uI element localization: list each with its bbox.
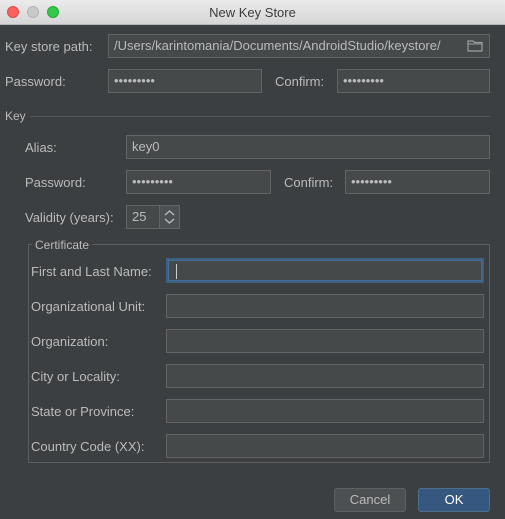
alias-label: Alias: bbox=[25, 140, 57, 155]
cancel-button[interactable]: Cancel bbox=[334, 488, 406, 512]
country-code-label: Country Code (XX): bbox=[31, 439, 145, 454]
keystore-path-field[interactable]: /Users/karintomania/Documents/AndroidStu… bbox=[108, 34, 490, 58]
first-last-name-label: First and Last Name: bbox=[31, 264, 152, 279]
validity-field[interactable]: 25 bbox=[126, 205, 160, 229]
folder-icon[interactable] bbox=[465, 36, 485, 54]
org-unit-label: Organizational Unit: bbox=[31, 299, 146, 314]
first-last-name-field[interactable] bbox=[166, 258, 484, 283]
ok-button[interactable]: OK bbox=[418, 488, 490, 512]
key-confirm-label: Confirm: bbox=[284, 175, 334, 190]
keystore-password-value: ••••••••• bbox=[114, 73, 155, 88]
keystore-path-label: Key store path: bbox=[5, 39, 93, 54]
organization-field[interactable] bbox=[166, 329, 484, 353]
validity-stepper[interactable] bbox=[160, 205, 180, 229]
stepper-arrows-icon bbox=[164, 210, 175, 224]
keystore-confirm-field[interactable]: ••••••••• bbox=[337, 69, 490, 93]
state-label: State or Province: bbox=[31, 404, 135, 419]
certificate-section-label: Certificate bbox=[32, 238, 93, 252]
key-section-label: Key bbox=[5, 109, 26, 123]
city-field[interactable] bbox=[166, 364, 484, 388]
key-password-label: Password: bbox=[25, 175, 86, 190]
org-unit-field[interactable] bbox=[166, 294, 484, 318]
window-title: New Key Store bbox=[209, 5, 296, 20]
validity-value: 25 bbox=[132, 209, 147, 224]
keystore-confirm-label: Confirm: bbox=[275, 74, 325, 89]
key-confirm-value: ••••••••• bbox=[351, 174, 392, 189]
organization-label: Organization: bbox=[31, 334, 109, 349]
state-field[interactable] bbox=[166, 399, 484, 423]
keystore-password-label: Password: bbox=[5, 74, 66, 89]
key-section-divider bbox=[30, 116, 490, 117]
keystore-confirm-value: ••••••••• bbox=[343, 73, 384, 88]
title-bar: New Key Store bbox=[0, 0, 505, 25]
keystore-path-value: /Users/karintomania/Documents/AndroidStu… bbox=[114, 38, 441, 53]
country-code-field[interactable] bbox=[166, 434, 484, 458]
alias-field[interactable]: key0 bbox=[126, 135, 490, 159]
text-cursor bbox=[176, 264, 177, 280]
validity-label: Validity (years): bbox=[25, 210, 114, 225]
city-label: City or Locality: bbox=[31, 369, 120, 384]
key-password-field[interactable]: ••••••••• bbox=[126, 170, 271, 194]
keystore-password-field[interactable]: ••••••••• bbox=[108, 69, 262, 93]
key-confirm-field[interactable]: ••••••••• bbox=[345, 170, 490, 194]
alias-value: key0 bbox=[132, 139, 160, 154]
key-password-value: ••••••••• bbox=[132, 174, 173, 189]
